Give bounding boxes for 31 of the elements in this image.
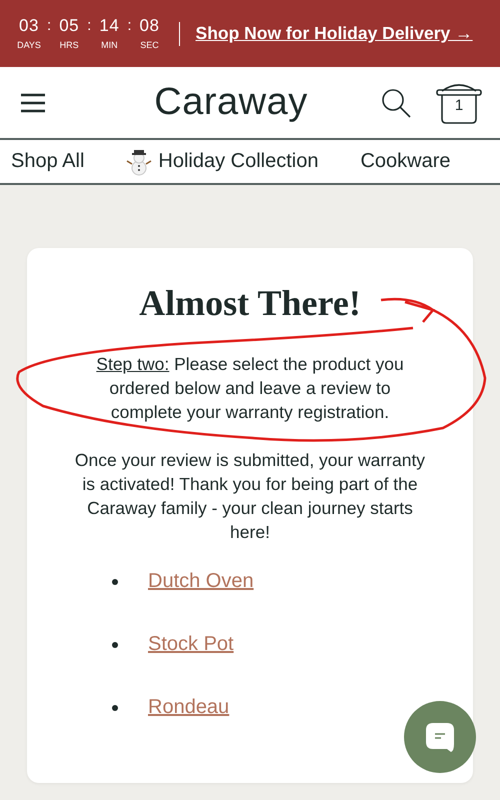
product-link[interactable]: Stock Pot bbox=[148, 633, 234, 656]
countdown-label: DAYS bbox=[17, 39, 41, 51]
warranty-message: Once your review is submitted, your warranty is activated! Thank you for being part of the Caraway family - your clean journey starts here! bbox=[74, 449, 426, 544]
countdown-label: HRS bbox=[60, 39, 79, 51]
logo[interactable]: Caraway bbox=[82, 81, 380, 124]
bullet bbox=[112, 578, 118, 584]
product-link[interactable]: Dutch Oven bbox=[148, 570, 254, 593]
bullet bbox=[112, 642, 118, 648]
snowman-icon bbox=[126, 148, 152, 176]
chat-bubble-icon bbox=[423, 720, 457, 754]
nav-link[interactable]: Cookware bbox=[360, 150, 451, 173]
holiday-delivery-link[interactable]: Shop Now for Holiday Delivery → bbox=[196, 23, 473, 44]
countdown-separator: : bbox=[127, 16, 132, 36]
countdown-separator: : bbox=[47, 16, 52, 36]
search-icon[interactable] bbox=[380, 86, 412, 118]
step-instructions: Step two: Please select the product you ordered below and leave a review to complete your warranty registration. bbox=[95, 353, 405, 424]
countdown-value: 03 bbox=[19, 16, 39, 36]
nav-link[interactable]: Holiday Collection bbox=[126, 148, 318, 176]
countdown-label: SEC bbox=[140, 39, 159, 51]
countdown-value: 05 bbox=[59, 16, 80, 36]
countdown-separator: : bbox=[87, 16, 92, 36]
cart-button[interactable]: 1 bbox=[434, 80, 484, 124]
nav-link[interactable]: Shop All bbox=[11, 150, 84, 173]
countdown-value: 08 bbox=[140, 16, 160, 36]
card-title: Almost There! bbox=[139, 282, 361, 324]
countdown-label: MIN bbox=[101, 39, 118, 51]
cart-count: 1 bbox=[454, 96, 464, 114]
product-link[interactable]: Rondeau bbox=[148, 696, 230, 719]
bullet bbox=[112, 704, 118, 710]
countdown-value: 14 bbox=[99, 16, 120, 36]
menu-icon[interactable] bbox=[20, 92, 46, 112]
